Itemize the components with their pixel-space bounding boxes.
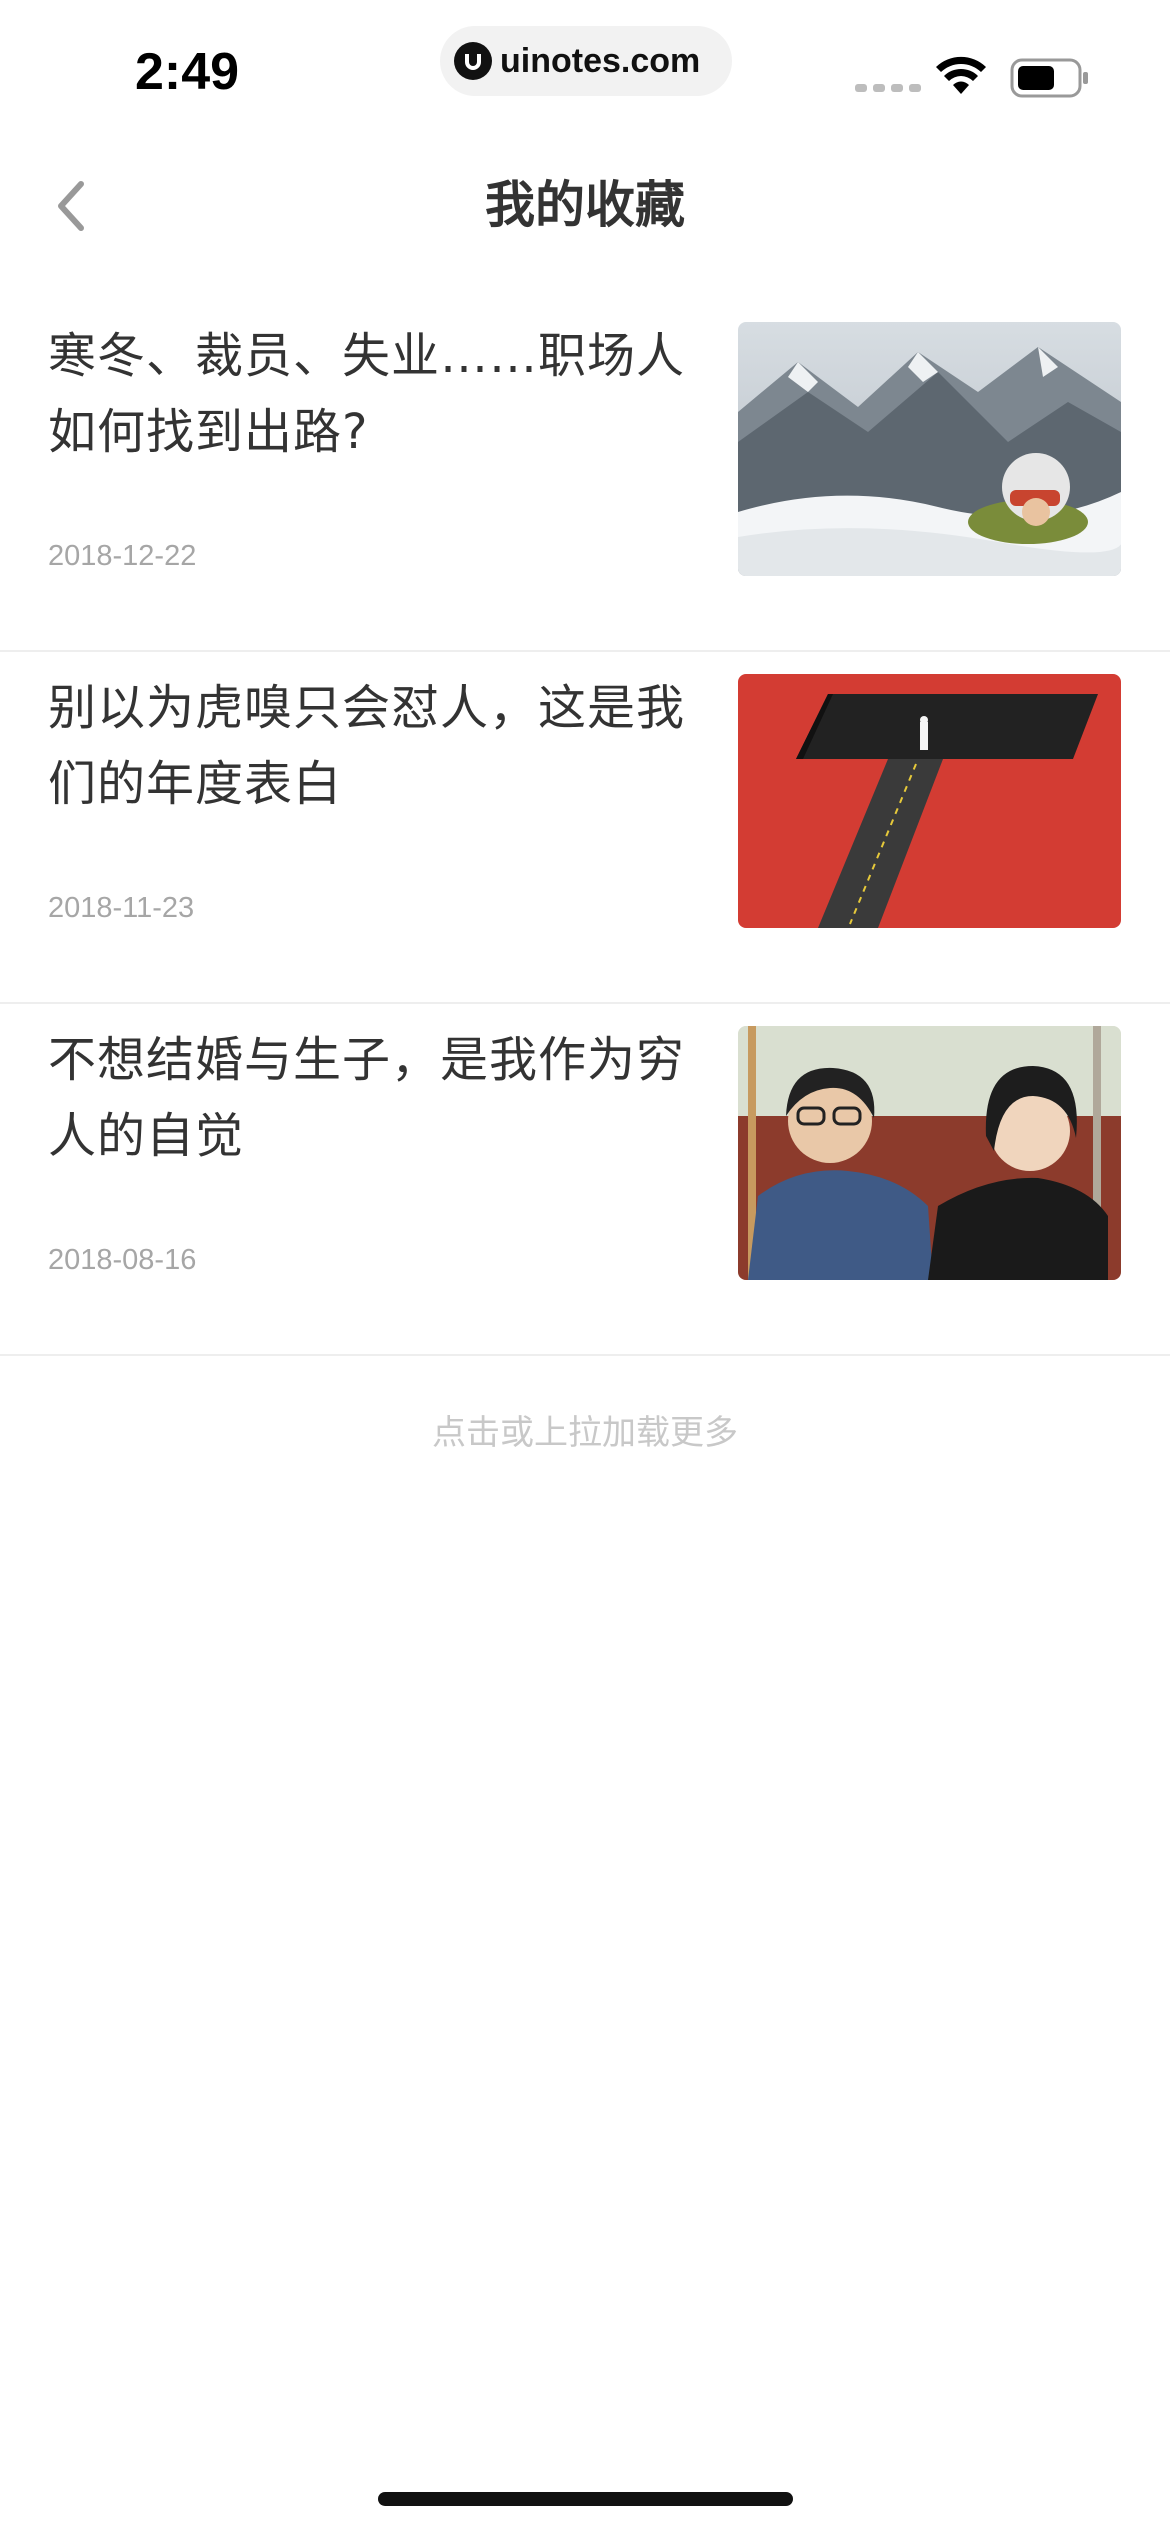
load-more-button[interactable]: 点击或上拉加载更多 — [0, 1405, 1170, 1454]
list-item[interactable]: 不想结婚与生子，是我作为穷人的自觉 2018-08-16 — [0, 1004, 1170, 1356]
uinotes-logo-icon — [454, 42, 492, 80]
status-bar: 2:49 uinotes.com — [0, 0, 1170, 130]
list-item[interactable]: 别以为虎嗅只会怼人，这是我们的年度表白 2018-11-23 — [0, 652, 1170, 1004]
snowy-mountain-thumbnail — [738, 322, 1121, 576]
nav-bar: 我的收藏 — [0, 150, 1170, 265]
two-people-thumbnail — [738, 1026, 1121, 1280]
battery-icon — [1010, 58, 1090, 102]
article-date: 2018-08-16 — [48, 1244, 197, 1276]
article-title: 不想结婚与生子，是我作为穷人的自觉 — [48, 1032, 686, 1164]
wifi-icon — [935, 56, 987, 100]
article-date: 2018-12-22 — [48, 540, 197, 572]
red-road-thumbnail — [738, 674, 1121, 928]
list-item[interactable]: 寒冬、裁员、失业……职场人如何找到出路? 2018-12-22 — [0, 300, 1170, 652]
url-pill[interactable]: uinotes.com — [440, 26, 732, 96]
home-indicator[interactable] — [378, 2492, 793, 2506]
status-time: 2:49 — [135, 43, 240, 101]
signal-icon — [855, 84, 921, 92]
favorites-list: 寒冬、裁员、失业……职场人如何找到出路? 2018-12-22 别以为虎嗅只会怼… — [0, 300, 1170, 1356]
article-title: 别以为虎嗅只会怼人，这是我们的年度表白 — [48, 680, 686, 812]
screen: 2:49 uinotes.com 我的收藏 寒冬、裁员、失业……职场人如何找到出… — [0, 0, 1170, 2532]
article-date: 2018-11-23 — [48, 892, 195, 924]
article-title: 寒冬、裁员、失业……职场人如何找到出路? — [48, 328, 686, 460]
url-text: uinotes.com — [500, 41, 701, 80]
page-title: 我的收藏 — [485, 176, 685, 234]
